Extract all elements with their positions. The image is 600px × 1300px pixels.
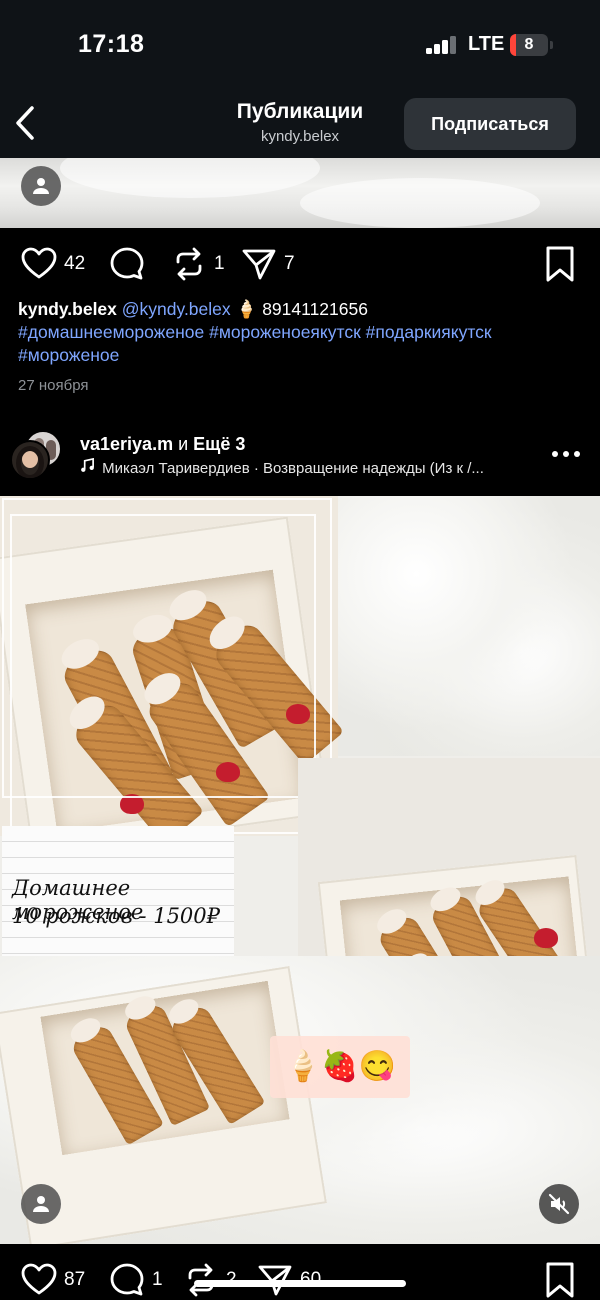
- post2-author[interactable]: va1eriya.m: [80, 434, 173, 454]
- share-button[interactable]: 60: [256, 1254, 321, 1300]
- like-count: 87: [64, 1269, 86, 1290]
- comment-count: 1: [152, 1269, 163, 1290]
- mute-button[interactable]: [539, 1184, 579, 1224]
- home-indicator[interactable]: [194, 1280, 406, 1287]
- music-track[interactable]: Микаэл Таривердиев · Возвращение надежды…: [80, 458, 540, 477]
- music-title: Микаэл Таривердиев · Возвращение надежды…: [102, 460, 484, 477]
- send-icon: [242, 249, 276, 280]
- battery-icon: 8: [510, 34, 548, 56]
- caption-emoji: 🍦: [235, 299, 258, 319]
- like-button[interactable]: 87: [20, 1254, 85, 1300]
- post1-image[interactable]: [0, 158, 600, 228]
- speaker-muted-icon: [548, 1193, 570, 1215]
- person-icon: [33, 1196, 49, 1212]
- music-note-icon: [80, 458, 98, 477]
- hashtag[interactable]: #подаркиякутск: [366, 322, 492, 342]
- comment-button[interactable]: 1: [108, 1254, 163, 1300]
- save-button[interactable]: [540, 1260, 580, 1300]
- comment-icon: [110, 247, 144, 280]
- hashtag[interactable]: #мороженое: [18, 345, 119, 365]
- comment-button[interactable]: [108, 238, 146, 290]
- bookmark-icon: [546, 246, 574, 282]
- hashtag[interactable]: #домашнеемороженое: [18, 322, 204, 342]
- subscribe-button[interactable]: Подписаться: [404, 98, 576, 150]
- heart-icon: [21, 247, 57, 279]
- price-note: Домашнее мороженое 10 рожков - 1500₽: [2, 826, 234, 956]
- repost-count: 1: [214, 253, 225, 274]
- note-price: 10 рожков - 1500₽: [12, 904, 221, 928]
- like-button[interactable]: 42: [20, 238, 85, 290]
- battery-nub: [550, 41, 553, 49]
- repost-icon: [176, 247, 202, 281]
- more-options-button[interactable]: [552, 442, 580, 466]
- photo-box-top: [0, 496, 345, 856]
- post2-more-authors[interactable]: Ещё 3: [193, 434, 245, 454]
- emoji-sticker: 🍦🍓😋: [270, 1036, 410, 1098]
- status-bar: 17:18 LTE 8: [0, 0, 600, 90]
- more-dot-icon: [552, 451, 558, 457]
- network-type: LTE: [468, 33, 505, 55]
- top-bar: Публикации kyndy.belex Подписаться: [0, 90, 600, 158]
- ice-cream-closeup: [338, 496, 600, 756]
- signal-icon: [426, 36, 458, 54]
- share-count: 7: [284, 253, 295, 274]
- save-button[interactable]: [540, 244, 580, 284]
- caption-mention[interactable]: @kyndy.belex: [122, 299, 231, 319]
- tagged-people-button[interactable]: [21, 166, 61, 206]
- battery-level: 8: [524, 36, 534, 53]
- caption-username[interactable]: kyndy.belex: [18, 299, 117, 319]
- post1-actions: 42 1 7: [0, 238, 600, 290]
- hashtag[interactable]: #мороженоеякутск: [209, 322, 361, 342]
- heart-icon: [21, 1263, 57, 1295]
- tagged-people-button[interactable]: [21, 1184, 61, 1224]
- more-dot-icon: [574, 451, 580, 457]
- comment-icon: [110, 1263, 144, 1296]
- post1-caption: kyndy.belex @kyndy.belex 🍦 89141121656 #…: [18, 298, 584, 367]
- avatar: [10, 440, 50, 480]
- bookmark-icon: [546, 1262, 574, 1298]
- post1-date: 27 ноября: [18, 377, 89, 394]
- post2-actions: 87 1 2 60: [0, 1254, 600, 1300]
- repost-button[interactable]: 2: [182, 1254, 237, 1300]
- like-count: 42: [64, 253, 86, 274]
- post2-authors[interactable]: va1eriya.m и Ещё 3: [80, 434, 245, 455]
- post2-image-collage[interactable]: Домашнее мороженое 10 рожков - 1500₽ 🍦🍓😋: [0, 496, 600, 1244]
- more-dot-icon: [563, 451, 569, 457]
- post2-avatars[interactable]: [10, 430, 64, 480]
- status-time: 17:18: [78, 30, 145, 58]
- repost-button[interactable]: 1: [170, 238, 225, 290]
- share-button[interactable]: 7: [240, 238, 295, 290]
- caption-phone: 89141121656: [262, 299, 368, 319]
- person-icon: [33, 178, 49, 194]
- author-joiner: и: [178, 434, 189, 454]
